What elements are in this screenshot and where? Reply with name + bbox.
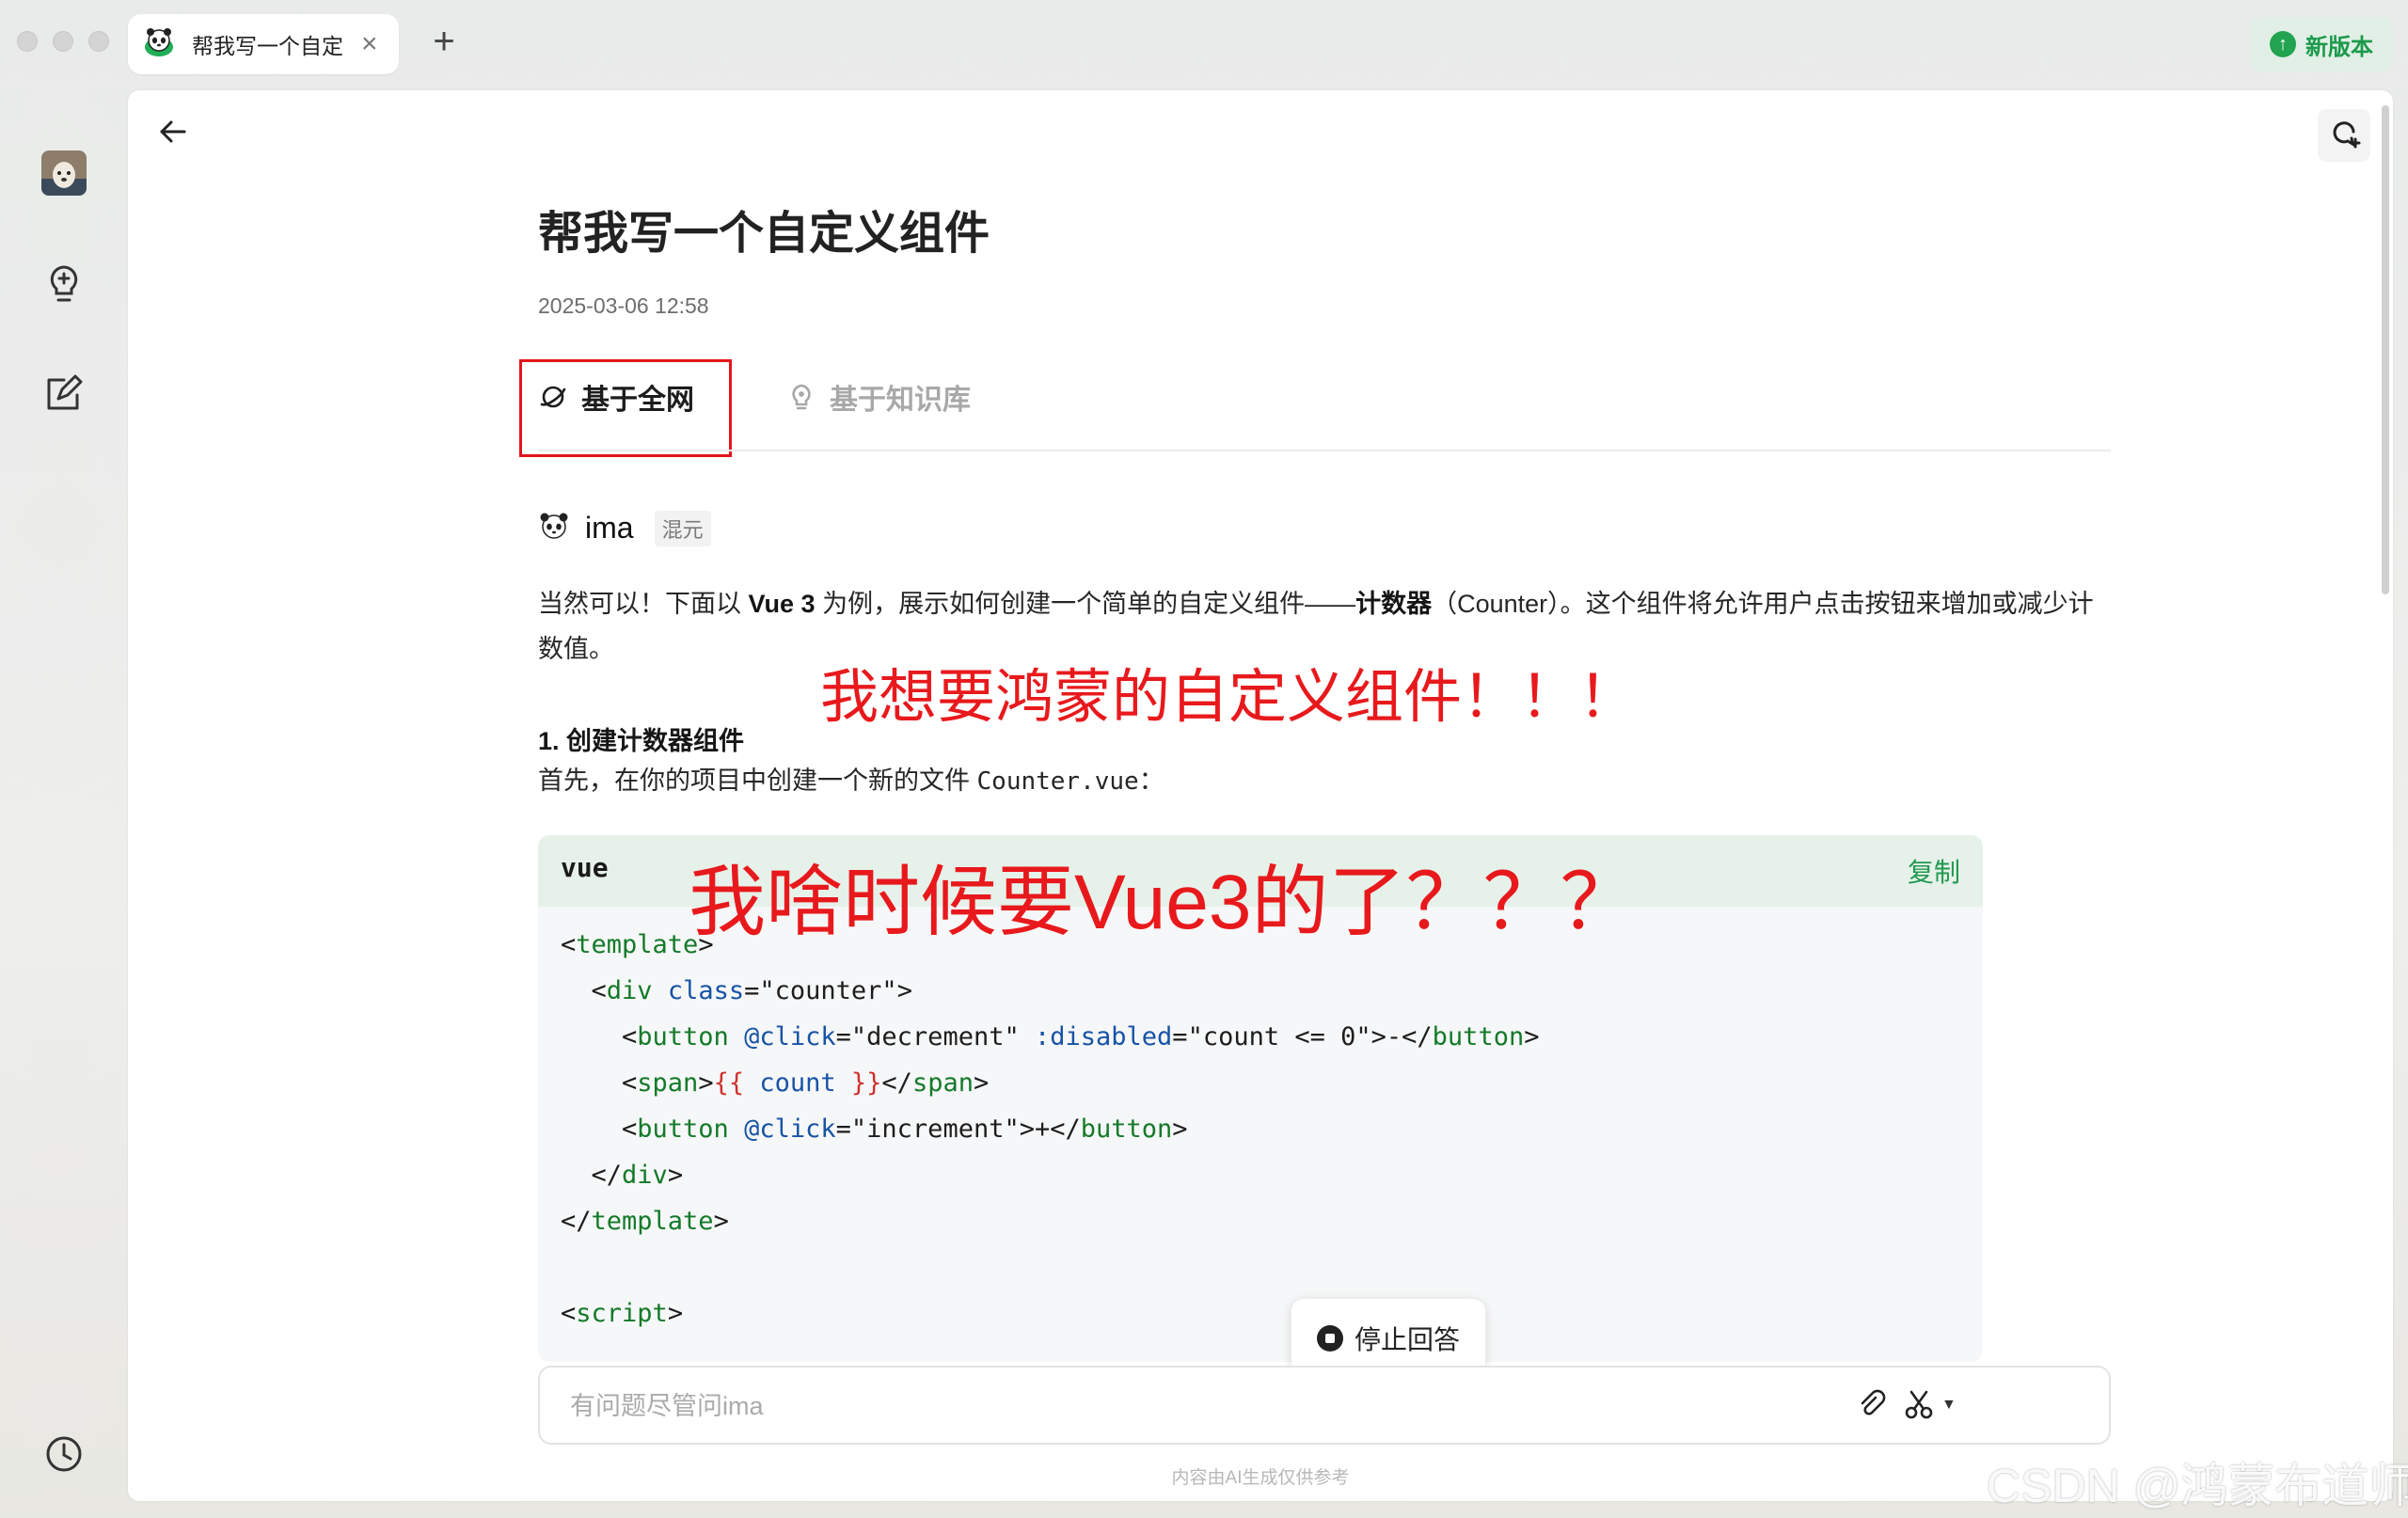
lightbulb-icon[interactable] bbox=[41, 261, 87, 307]
annotation-text: 我啥时候要Vue3的了？？？ bbox=[689, 860, 1638, 945]
code-line: </div> bbox=[561, 1161, 684, 1190]
avatar[interactable] bbox=[41, 150, 87, 196]
history-clock-icon[interactable] bbox=[41, 1431, 87, 1477]
model-badge: 混元 bbox=[654, 510, 711, 546]
back-arrow-icon[interactable] bbox=[150, 109, 196, 154]
tab-title: 帮我写一个自定 bbox=[192, 34, 343, 58]
scissors-icon[interactable] bbox=[1900, 1386, 1938, 1424]
code-line: </template> bbox=[561, 1207, 729, 1236]
new-tab-button[interactable]: + bbox=[421, 21, 467, 66]
code-content: <template> <div class="counter"> <button… bbox=[561, 922, 1539, 1336]
author-row: ima 混元 bbox=[538, 510, 711, 546]
chat-input-box: ▼ bbox=[538, 1366, 2111, 1445]
annotation-text: 我想要鸿蒙的自定义组件！！！ bbox=[820, 665, 1638, 730]
annotation-highlight-box bbox=[519, 359, 732, 457]
update-button-label: 新版本 bbox=[2305, 34, 2373, 60]
tab-kb-label: 基于知识库 bbox=[830, 385, 971, 416]
step-text: 首先，在你的项目中创建一个新的文件 Counter.vue： bbox=[538, 767, 1164, 796]
stop-answer-label: 停止回答 bbox=[1354, 1325, 1460, 1354]
timestamp: 2025-03-06 12:58 bbox=[538, 293, 709, 318]
step-heading: 1. 创建计数器组件 bbox=[538, 727, 745, 755]
tab-knowledge-base[interactable]: 基于知识库 bbox=[786, 369, 971, 425]
window-minimize-button[interactable] bbox=[53, 31, 73, 52]
scrollbar[interactable] bbox=[2382, 105, 2389, 594]
arrow-up-icon: ↑ bbox=[2270, 31, 2296, 57]
author-name: ima bbox=[585, 511, 634, 545]
lightbulb-icon bbox=[792, 384, 811, 410]
edit-note-icon[interactable] bbox=[41, 371, 87, 416]
tab-close-icon[interactable]: × bbox=[361, 30, 378, 58]
panda-logo-icon bbox=[143, 26, 175, 63]
chevron-down-icon[interactable]: ▼ bbox=[1941, 1392, 1960, 1418]
code-line: <button @click="decrement" :disabled="co… bbox=[561, 1022, 1540, 1052]
watermark: CSDN @鸿蒙布道师 bbox=[1987, 1460, 2408, 1512]
paperclip-icon[interactable] bbox=[1853, 1386, 1891, 1424]
window-close-button[interactable] bbox=[17, 31, 38, 52]
page-title: 帮我写一个自定义组件 bbox=[538, 209, 990, 259]
panda-logo-icon bbox=[538, 510, 570, 546]
code-line: <span>{{ count }}</span> bbox=[561, 1068, 990, 1098]
window-zoom-button[interactable] bbox=[88, 31, 109, 52]
new-chat-button[interactable] bbox=[2318, 109, 2370, 162]
copy-button[interactable]: 复制 bbox=[1908, 852, 1960, 890]
code-line: <div class="counter"> bbox=[561, 976, 912, 1005]
tabs-divider bbox=[538, 450, 2111, 451]
code-line: <button @click="increment">+</button> bbox=[561, 1115, 1188, 1144]
browser-tab[interactable]: 帮我写一个自定 × bbox=[128, 14, 399, 74]
chat-input[interactable] bbox=[568, 1386, 1851, 1426]
file-name: Counter.vue bbox=[976, 767, 1139, 796]
update-button[interactable]: ↑ 新版本 bbox=[2250, 17, 2393, 71]
code-language: vue bbox=[561, 852, 609, 883]
stop-icon bbox=[1316, 1325, 1343, 1352]
chat-panel: 帮我写一个自定义组件 2025-03-06 12:58 基于全网 基于知识库 i… bbox=[128, 90, 2393, 1501]
